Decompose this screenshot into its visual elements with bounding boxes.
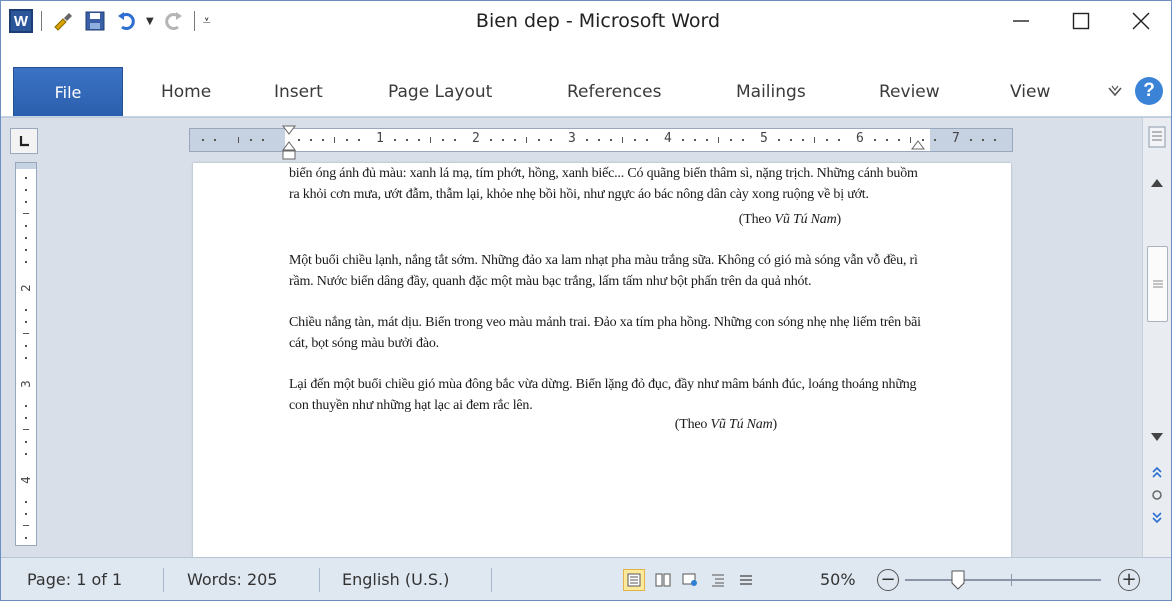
zoom-slider-center-mark <box>1011 574 1012 586</box>
right-indent-marker[interactable] <box>911 138 925 152</box>
window-controls <box>991 1 1171 41</box>
ribbon-tabs: Home Insert Page Layout References Maili… <box>1 67 1171 117</box>
zoom-in-button[interactable]: + <box>1118 569 1140 591</box>
scroll-thumb[interactable] <box>1147 246 1168 322</box>
paragraph-4: Lại đến một buổi chiều gió mùa đông bắc … <box>289 377 917 413</box>
customize-qat-icon[interactable]: ⩡ <box>203 13 211 29</box>
scroll-up-button[interactable] <box>1143 172 1171 194</box>
scroll-up-icon <box>1151 179 1163 187</box>
page-count-status[interactable]: Page: 1 of 1 <box>27 558 122 600</box>
redo-icon[interactable] <box>160 8 186 34</box>
ribbon-help-area: ? <box>1107 77 1163 105</box>
quick-access-toolbar: W ▼ ⩡ <box>9 7 211 35</box>
tab-mailings[interactable]: Mailings <box>736 68 806 116</box>
minimize-ribbon-icon[interactable] <box>1107 84 1123 98</box>
paragraph-1: biển óng ánh đủ màu: xanh lá mạ, tím phớ… <box>289 166 918 202</box>
format-painter-icon[interactable] <box>50 8 76 34</box>
next-page-icon <box>1152 512 1162 523</box>
credit-1-suffix: ) <box>836 212 842 227</box>
zoom-slider-track[interactable] <box>905 579 1101 581</box>
undo-dropdown-icon[interactable]: ▼ <box>146 16 154 27</box>
draft-view-button[interactable] <box>735 569 757 591</box>
zoom-in-icon: + <box>1121 569 1137 590</box>
previous-page-button[interactable] <box>1143 462 1171 484</box>
word-window: W ▼ ⩡ Bien dep - Microsoft Word Home Ins… <box>0 0 1172 601</box>
full-screen-reading-button[interactable] <box>652 569 674 591</box>
tab-file[interactable]: File <box>13 67 123 117</box>
outline-view-button[interactable] <box>707 569 729 591</box>
tab-insert[interactable]: Insert <box>274 68 323 116</box>
credit-2-prefix: (Theo <box>674 417 711 432</box>
status-separator <box>319 568 320 592</box>
web-layout-button[interactable] <box>679 569 701 591</box>
close-icon <box>1132 12 1150 30</box>
help-icon[interactable]: ? <box>1135 77 1163 105</box>
view-ruler-toggle-icon[interactable] <box>1145 124 1169 150</box>
vertical-scrollbar[interactable] <box>1142 118 1171 558</box>
full-screen-reading-icon <box>655 573 671 587</box>
word-app-icon[interactable]: W <box>9 9 33 33</box>
zoom-out-button[interactable]: − <box>877 569 899 591</box>
scroll-down-icon <box>1151 433 1163 441</box>
paragraph-3: Chiều nắng tàn, mát dịu. Biển trong veo … <box>289 315 921 351</box>
zoom-slider-thumb[interactable] <box>951 570 965 590</box>
outline-icon <box>712 574 724 587</box>
status-separator <box>163 568 164 592</box>
zoom-out-icon: − <box>880 569 896 590</box>
grip-icon <box>1152 280 1163 288</box>
horizontal-ruler[interactable]: 1 2 3 4 5 6 7 <box>189 128 1013 152</box>
browse-object-icon <box>1152 490 1162 500</box>
first-line-indent-marker[interactable] <box>282 124 296 164</box>
language-status[interactable]: English (U.S.) <box>342 558 449 600</box>
zoom-level[interactable]: 50% <box>820 558 856 600</box>
minimize-icon <box>1013 20 1029 22</box>
document-body[interactable]: biển óng ánh đủ màu: xanh lá mạ, tím phớ… <box>289 163 929 435</box>
web-layout-icon <box>682 573 697 586</box>
undo-icon[interactable] <box>114 8 140 34</box>
tab-review[interactable]: Review <box>879 68 940 116</box>
word-count-status[interactable]: Words: 205 <box>187 558 277 600</box>
credit-1: (Theo Vũ Tú Nam) <box>289 209 929 230</box>
tab-page-layout[interactable]: Page Layout <box>388 68 492 116</box>
vruler-ticks <box>23 177 29 539</box>
tab-home[interactable]: Home <box>161 68 211 116</box>
paragraph-2: Một buổi chiều lạnh, nắng tắt sớm. Những… <box>289 253 918 289</box>
title-bar: W ▼ ⩡ Bien dep - Microsoft Word <box>1 1 1171 41</box>
credit-2: (Theo Vũ Tú Nam) <box>289 414 929 435</box>
maximize-button[interactable] <box>1051 1 1111 41</box>
tab-selector-button[interactable] <box>10 128 38 154</box>
previous-page-icon <box>1152 467 1162 478</box>
document-page[interactable]: biển óng ánh đủ màu: xanh lá mạ, tím phớ… <box>193 163 1011 558</box>
credit-2-author: Vũ Tú Nam <box>710 417 773 432</box>
qat-separator-2 <box>193 11 195 31</box>
print-layout-icon <box>627 573 641 587</box>
draft-icon <box>740 575 752 585</box>
ruler-ticks <box>202 137 996 143</box>
print-layout-view-button[interactable] <box>623 569 645 591</box>
credit-1-author: Vũ Tú Nam <box>774 212 837 227</box>
app-icon-letter: W <box>13 12 29 30</box>
status-bar: Page: 1 of 1 Words: 205 English (U.S.) 5… <box>1 557 1171 600</box>
close-button[interactable] <box>1111 1 1171 41</box>
scroll-down-button[interactable] <box>1143 426 1171 448</box>
maximize-icon <box>1072 12 1090 30</box>
vertical-ruler[interactable]: 2 3 4 5 <box>15 162 37 546</box>
qat-separator <box>41 11 42 31</box>
status-separator <box>491 568 492 592</box>
tab-references[interactable]: References <box>567 68 661 116</box>
credit-1-prefix: (Theo <box>738 212 775 227</box>
next-page-button[interactable] <box>1143 506 1171 528</box>
left-tab-stop-icon <box>19 136 29 147</box>
tab-view[interactable]: View <box>1010 68 1050 116</box>
select-browse-object-button[interactable] <box>1143 484 1171 506</box>
credit-2-suffix: ) <box>772 417 778 432</box>
document-workspace: 1 2 3 4 5 6 7 2 3 4 biển óng ánh đủ màu:… <box>1 117 1171 558</box>
minimize-button[interactable] <box>991 1 1051 41</box>
save-icon[interactable] <box>82 8 108 34</box>
